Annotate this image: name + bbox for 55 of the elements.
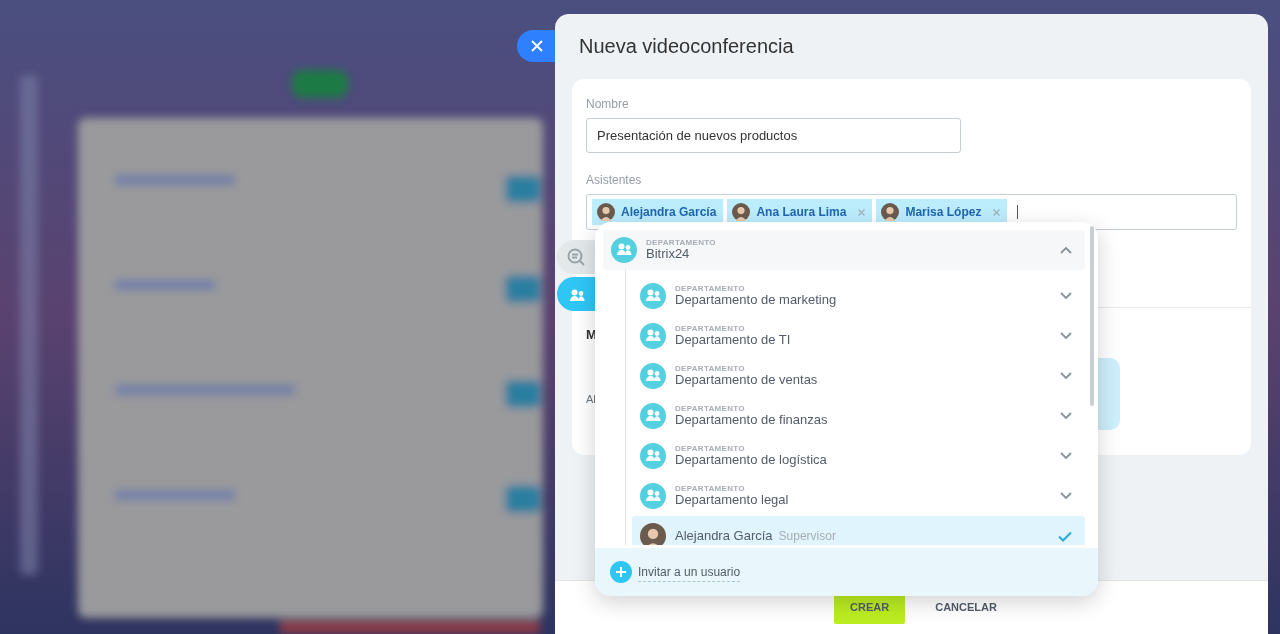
item-caption: DEPARTAMENTO	[675, 483, 746, 494]
attendee-name: Alejandra García	[621, 204, 717, 221]
department-name: Departamento de TI	[675, 333, 792, 349]
list-item[interactable]: DEPARTAMENTO Departamento de TI	[632, 316, 1085, 356]
attendee-tag[interactable]: Marisa López	[876, 199, 1008, 225]
panel-title: Nueva videoconferencia	[578, 34, 795, 59]
search-icon	[566, 247, 586, 267]
avatar-icon	[597, 203, 615, 221]
avatar-icon	[732, 203, 751, 221]
name-input-field[interactable]: Presentación de nuevos productos	[586, 118, 961, 153]
people-icon	[640, 483, 666, 509]
list-item[interactable]: DEPARTAMENTO Departamento de finanzas	[632, 396, 1085, 436]
people-icon	[640, 363, 666, 389]
item-caption: DEPARTAMENTO	[675, 283, 746, 294]
user-name: Alejandra García	[675, 528, 773, 544]
people-icon	[611, 237, 637, 263]
list-item[interactable]: DEPARTAMENTO Departamento legal	[632, 476, 1085, 516]
attendee-name: Ana Laura Lima	[756, 204, 847, 221]
list-item[interactable]: DEPARTAMENTO Bitrix24	[603, 230, 1085, 270]
field-label: Asistentes	[586, 172, 642, 189]
item-caption: DEPARTAMENTO	[675, 363, 746, 374]
user-role: Supervisor	[778, 529, 836, 544]
plus-icon[interactable]	[610, 561, 632, 583]
scrollbar[interactable]	[1090, 226, 1094, 406]
department-name: Departamento de logística	[675, 453, 828, 469]
item-caption: DEPARTAMENTO	[675, 323, 746, 334]
people-icon	[640, 283, 666, 309]
department-name: Departamento de ventas	[675, 373, 819, 389]
invite-link[interactable]: Invitar a un usuario	[638, 562, 741, 582]
department-name: Departamento legal	[675, 493, 790, 509]
attendee-tag[interactable]: Ana Laura Lima	[727, 199, 873, 225]
avatar-icon	[881, 203, 900, 221]
item-caption: DEPARTAMENTO	[675, 443, 746, 454]
attendee-name: Marisa López	[905, 204, 982, 221]
item-caption: DEPARTAMENTO	[646, 237, 717, 248]
field-label: Al	[586, 392, 596, 407]
list-item[interactable]: DEPARTAMENTO Departamento de logística	[632, 436, 1085, 476]
list-item[interactable]: DEPARTAMENTO Departamento de marketing	[632, 276, 1085, 316]
close-icon	[531, 40, 543, 52]
text-cursor	[1017, 205, 1019, 219]
attendee-tag[interactable]: Alejandra García	[592, 199, 724, 225]
avatar-icon	[640, 523, 666, 545]
people-icon	[640, 403, 666, 429]
remove-icon[interactable]	[858, 208, 866, 216]
people-icon	[640, 323, 666, 349]
check-icon	[1058, 530, 1072, 542]
list-item[interactable]: Alejandra García Supervisor	[632, 516, 1085, 545]
department-name: Departamento de finanzas	[675, 413, 829, 429]
remove-icon[interactable]	[993, 208, 1001, 216]
field-label: Nombre	[586, 96, 629, 113]
department-name: Departamento de marketing	[675, 293, 838, 309]
department-name: Bitrix24	[646, 247, 691, 263]
people-icon	[640, 443, 666, 469]
list-item[interactable]: DEPARTAMENTO Departamento de ventas	[632, 356, 1085, 396]
item-caption: DEPARTAMENTO	[675, 403, 746, 414]
